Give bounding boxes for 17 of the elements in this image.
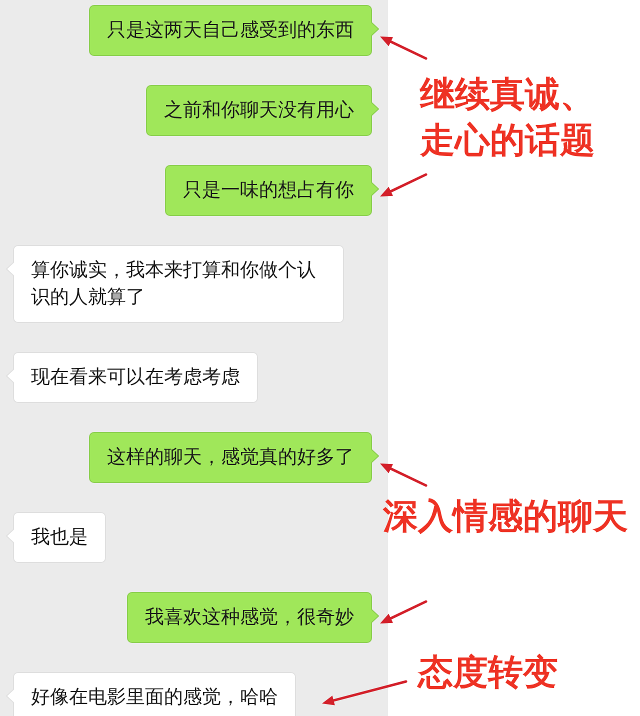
message-bubble: 我喜欢这种感觉，很奇妙: [127, 592, 372, 643]
annotation-text: 继续真诚、走心的话题: [420, 74, 596, 163]
message-bubble: 好像在电影里面的感觉，哈哈: [13, 672, 296, 716]
bubble-tail-icon: [371, 449, 379, 463]
bubble-tail-icon: [371, 102, 379, 116]
annotation-text: 态度转变: [418, 652, 558, 695]
message-bubble: 算你诚实，我本来打算和你做个认识的人就算了: [13, 245, 344, 323]
annotation-text: 深入情感的聊天: [383, 496, 628, 539]
message-bubble: 现在看来可以在考虑考虑: [13, 352, 258, 403]
bubble-tail-icon: [371, 22, 379, 36]
message-bubble: 之前和你聊天没有用心: [146, 85, 372, 136]
message-bubble: 这样的聊天，感觉真的好多了: [89, 432, 372, 483]
message-bubble: 只是这两天自己感受到的东西: [89, 5, 372, 56]
bubble-tail-icon: [371, 609, 379, 623]
bubble-tail-icon: [371, 182, 379, 196]
message-bubble: 只是一味的想占有你: [165, 165, 372, 216]
message-bubble: 我也是: [13, 512, 106, 563]
